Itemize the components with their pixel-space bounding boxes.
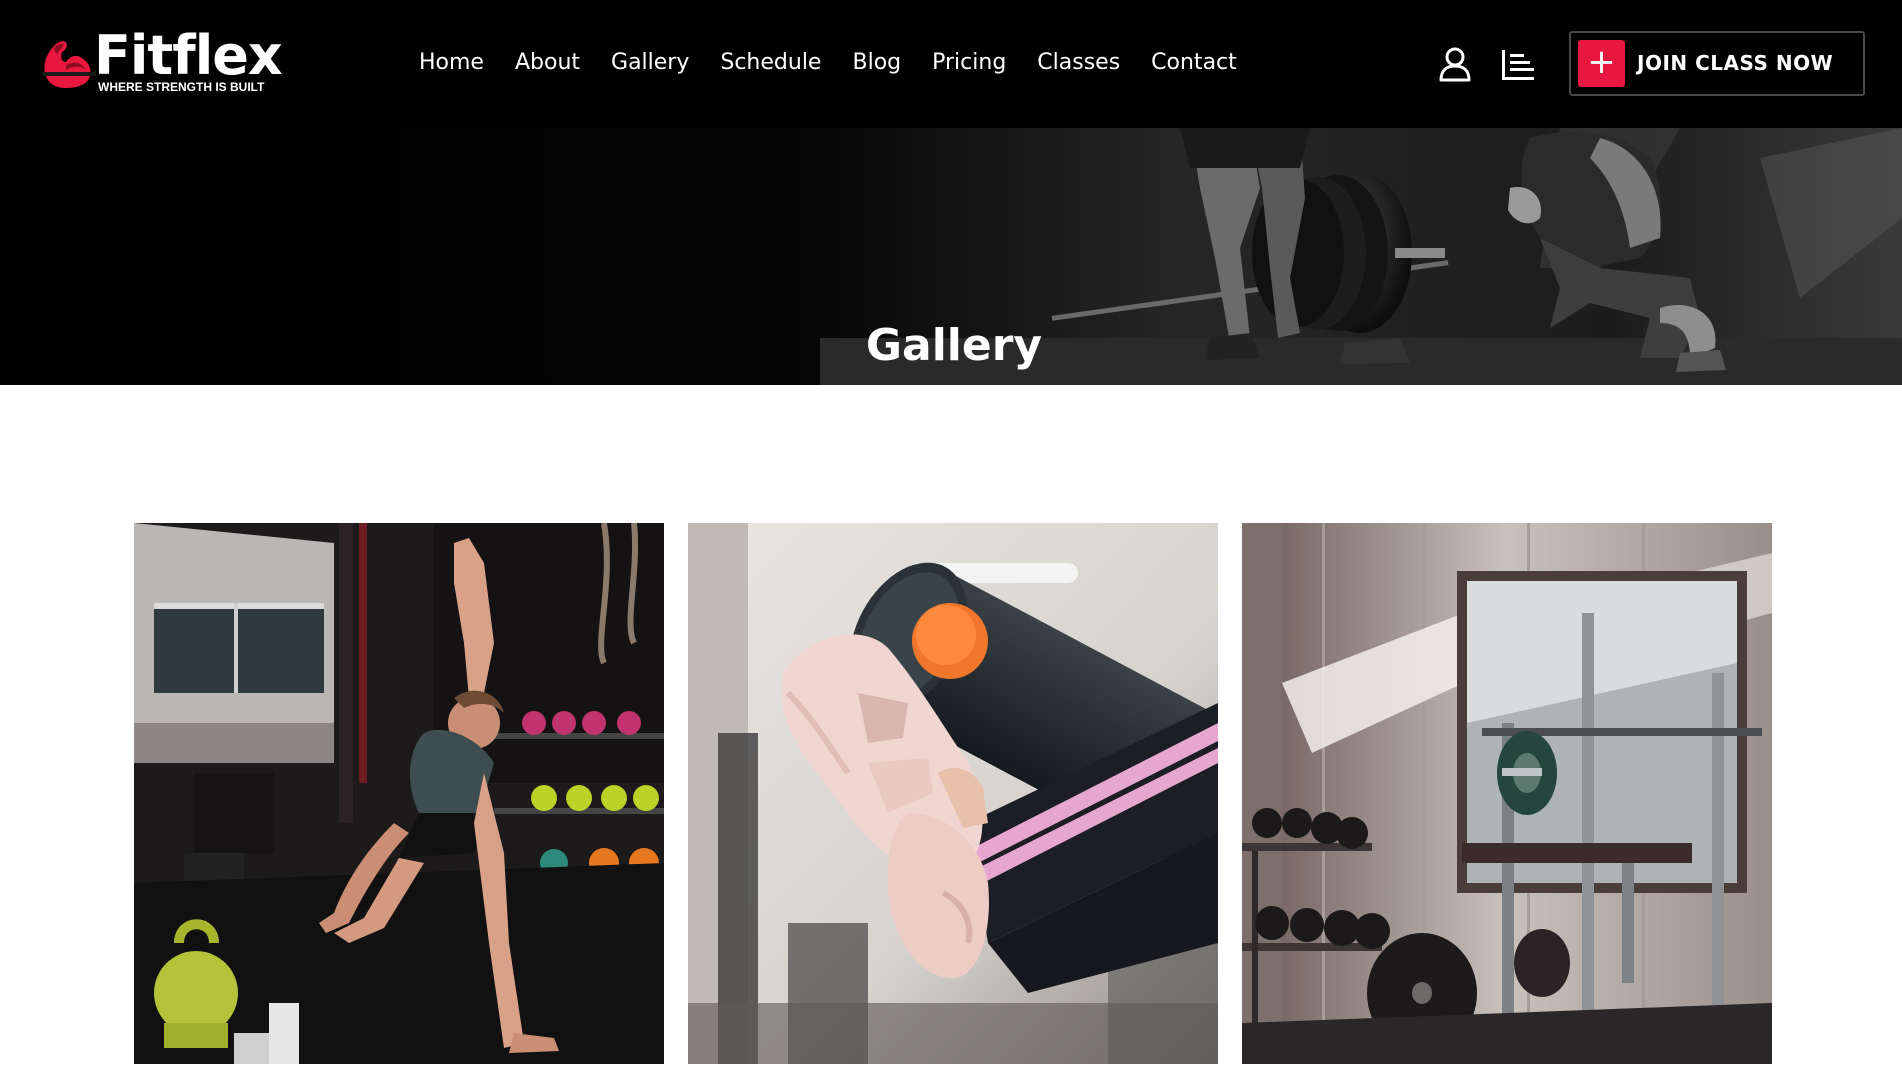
nav-contact[interactable]: Contact — [1151, 46, 1237, 80]
page-title: Gallery — [865, 320, 1043, 372]
nav-blog[interactable]: Blog — [852, 46, 901, 80]
logo[interactable]: Fitflex WHERE STRENGTH IS BUILT — [40, 26, 283, 100]
nav-classes[interactable]: Classes — [1037, 46, 1120, 80]
gallery-photo — [688, 523, 1218, 1064]
nav-pricing[interactable]: Pricing — [932, 46, 1006, 80]
main-nav: Home About Gallery Schedule Blog Pricing… — [419, 46, 1237, 80]
gallery-photo — [134, 523, 664, 1064]
join-class-button[interactable]: + JOIN CLASS NOW — [1569, 31, 1865, 96]
site-header: Fitflex WHERE STRENGTH IS BUILT Home Abo… — [0, 0, 1902, 128]
gallery-image-2[interactable] — [688, 523, 1218, 1064]
gallery-grid — [134, 523, 1772, 1064]
brand-name: Fitflex — [94, 24, 283, 87]
gallery-photo — [1242, 523, 1772, 1064]
nav-gallery[interactable]: Gallery — [611, 46, 689, 80]
plus-icon: + — [1578, 40, 1625, 87]
user-icon[interactable] — [1438, 46, 1472, 82]
page-hero: Gallery — [0, 128, 1902, 385]
gallery-image-3[interactable] — [1242, 523, 1772, 1064]
join-class-label: JOIN CLASS NOW — [1637, 51, 1834, 75]
nav-about[interactable]: About — [515, 46, 580, 80]
gallery-image-1[interactable] — [134, 523, 664, 1064]
menu-lines-icon[interactable] — [1500, 48, 1536, 82]
flexed-arm-icon — [42, 41, 96, 88]
nav-schedule[interactable]: Schedule — [720, 46, 821, 80]
nav-home[interactable]: Home — [419, 46, 484, 80]
brand-tagline: WHERE STRENGTH IS BUILT — [98, 80, 265, 94]
